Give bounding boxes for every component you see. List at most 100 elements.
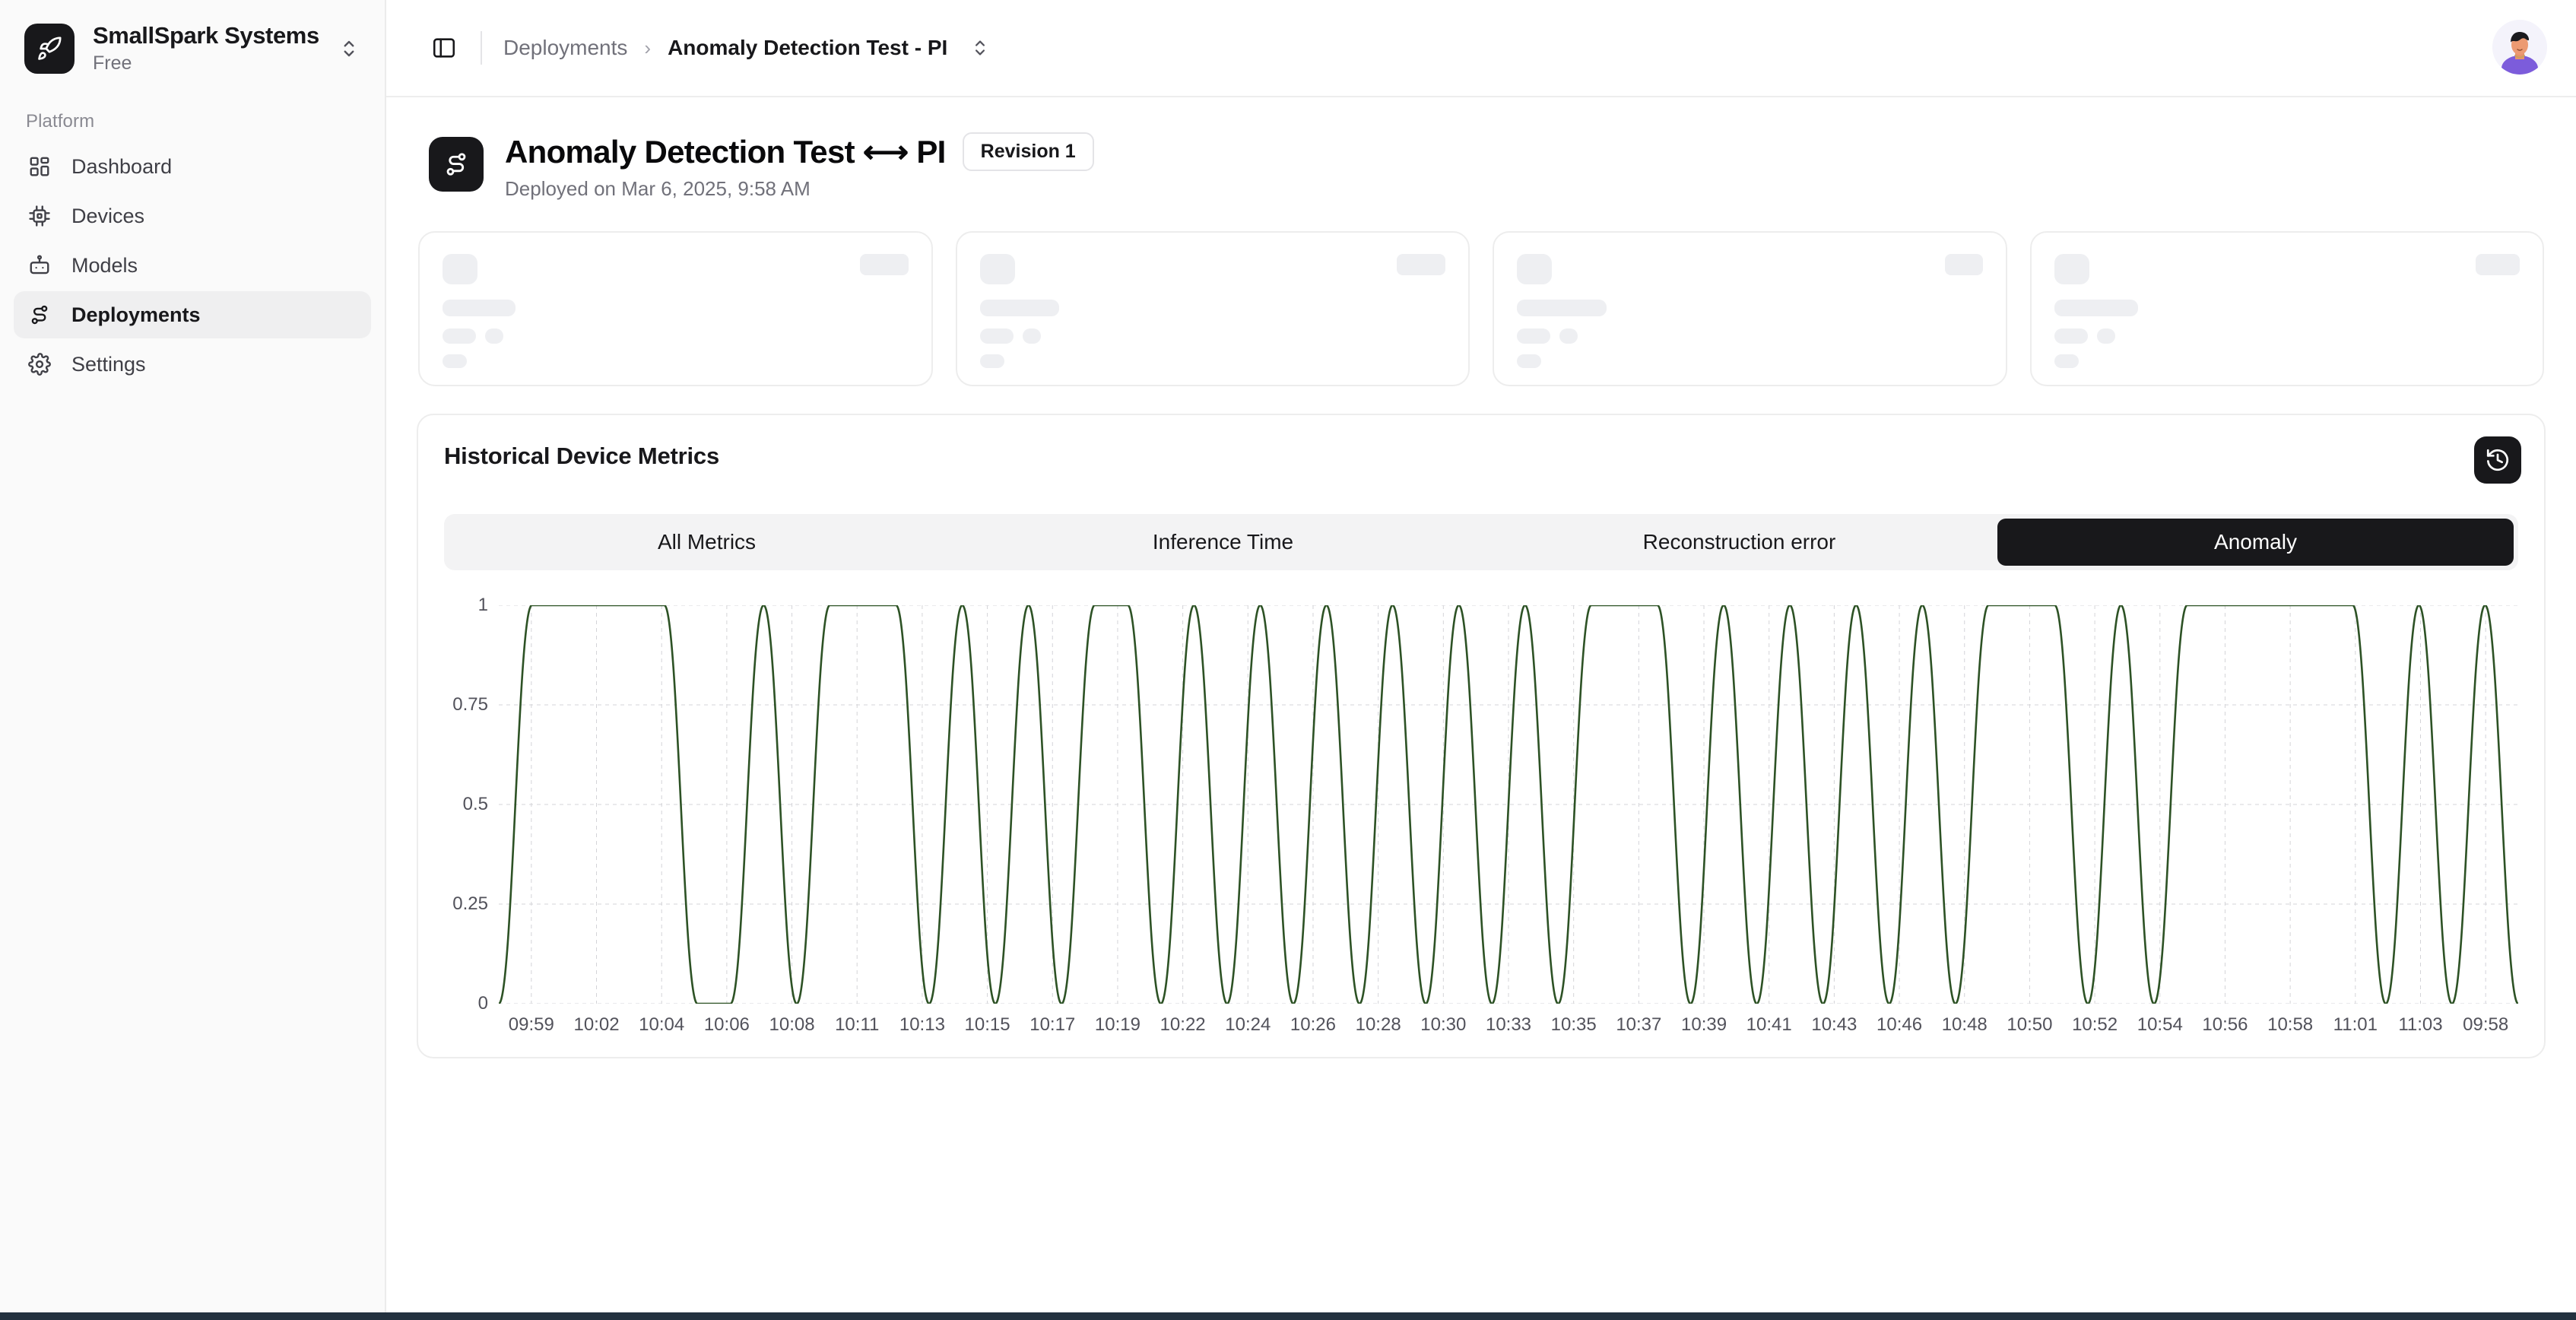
x-axis-tick: 09:58 [2463,1014,2509,1035]
topbar-divider [481,31,482,65]
robot-icon [27,253,52,278]
x-axis-tick: 10:28 [1355,1014,1401,1035]
x-axis-tick: 10:39 [1681,1014,1727,1035]
sidebar-item-models[interactable]: Models [14,242,371,289]
sidebar-item-deployments[interactable]: Deployments [14,291,371,338]
x-axis-tick: 10:52 [2072,1014,2118,1035]
x-axis-tick: 10:50 [2007,1014,2053,1035]
tab-anomaly[interactable]: Anomaly [1997,519,2514,566]
metric-tabs: All Metrics Inference Time Reconstructio… [444,514,2518,570]
x-axis-tick: 10:43 [1811,1014,1857,1035]
sidebar-item-devices[interactable]: Devices [14,192,371,240]
chevron-up-down-icon[interactable] [969,36,991,59]
y-axis-tick: 1 [477,595,488,615]
skeleton-card-3 [1493,231,2007,386]
history-clock-icon[interactable] [2474,436,2521,484]
tab-reconstruction-error[interactable]: Reconstruction error [1481,519,1997,566]
x-axis-tick: 10:30 [1420,1014,1467,1035]
x-axis-tick: 10:22 [1160,1014,1206,1035]
tab-all-metrics[interactable]: All Metrics [449,519,965,566]
chevron-up-down-icon[interactable] [336,36,362,62]
x-axis-tick: 10:08 [769,1014,815,1035]
skeleton-block [979,254,1015,284]
x-axis-tick: 11:03 [2398,1014,2443,1035]
x-axis-tick: 10:17 [1029,1014,1076,1035]
anomaly-series-line [499,605,2518,1004]
skeleton-block [1517,354,1541,368]
skeleton-block [443,254,477,284]
skeleton-row [443,328,909,344]
breadcrumb: Deployments › Anomaly Detection Test - P… [503,36,991,60]
page-header-text: Anomaly Detection Test ⟷ PI Revision 1 D… [505,132,1094,201]
sidebar-panel-icon[interactable] [424,28,464,68]
skeleton-row [2054,254,2520,284]
panel-title: Historical Device Metrics [444,443,720,469]
sidebar-item-dashboard[interactable]: Dashboard [14,143,371,190]
x-axis-tick: 10:35 [1550,1014,1597,1035]
skeleton-row [2054,328,2520,344]
x-axis-tick: 10:37 [1616,1014,1662,1035]
deployed-timestamp: Deployed on Mar 6, 2025, 9:58 AM [505,177,811,200]
org-switcher[interactable]: SmallSpark Systems Free [0,0,385,97]
x-axis-tick: 10:58 [2267,1014,2314,1035]
chart-plot-area [499,605,2518,1004]
skeleton-card-4 [2029,231,2544,386]
sidebar-item-label: Deployments [71,303,201,326]
skeleton-block [1517,254,1552,284]
x-axis-tick: 10:15 [964,1014,1010,1035]
org-name: SmallSpark Systems [93,21,319,49]
chart-y-axis: 0 0.25 0.5 0.75 1 [444,595,499,1014]
y-axis-tick: 0.5 [462,794,488,814]
chart-x-axis: 09:59 10:02 10:04 10:06 10:08 10:11 10:13 10:15… [499,1014,2518,1035]
deployment-nodes-icon [429,137,484,192]
skeleton-block [443,354,467,368]
skeleton-block [2054,354,2079,368]
skeleton-card-1 [418,231,933,386]
skeleton-block [1517,328,1550,344]
x-axis-tick: 10:54 [2137,1014,2183,1035]
skeleton-block [979,300,1059,316]
sidebar-item-settings[interactable]: Settings [14,341,371,388]
skeleton-block [979,328,1014,344]
tab-inference-time[interactable]: Inference Time [965,519,1481,566]
sidebar-nav: Dashboard Devices Models Deployments Set… [0,143,385,388]
y-axis-tick: 0.25 [452,893,488,914]
x-axis-tick: 10:41 [1746,1014,1792,1035]
page-content: Anomaly Detection Test ⟷ PI Revision 1 D… [386,97,2576,1320]
breadcrumb-current: Anomaly Detection Test - PI [668,36,948,59]
skeleton-block [443,328,476,344]
skeleton-card-2 [955,231,1470,386]
sidebar-item-label: Devices [71,204,145,227]
breadcrumb-parent[interactable]: Deployments [503,36,627,60]
skeleton-block [1944,254,1983,275]
skeleton-block [485,328,503,344]
sidebar: SmallSpark Systems Free Platform Dashboa… [0,0,386,1320]
x-axis-tick: 10:11 [835,1014,880,1035]
breadcrumb-separator: › [644,36,652,59]
skeleton-row [979,254,1445,284]
page-header: Anomaly Detection Test ⟷ PI Revision 1 D… [417,97,2546,231]
x-axis-tick: 10:13 [899,1014,945,1035]
skeleton-block [2096,328,2115,344]
y-axis-tick: 0.75 [452,694,488,715]
summary-cards [417,231,2546,386]
cpu-chip-icon [27,204,52,228]
sidebar-item-label: Dashboard [71,154,173,178]
sidebar-section-label: Platform [26,111,95,132]
skeleton-block [1559,328,1578,344]
x-axis-tick: 10:02 [573,1014,620,1035]
anomaly-chart: 0 0.25 0.5 0.75 1 09:59 10:02 10:04 10:06 10:08 1… [444,595,2518,1035]
page-title-row: Anomaly Detection Test ⟷ PI Revision 1 [505,132,1094,171]
chart-svg [499,605,2518,1004]
skeleton-block [2054,328,2088,344]
skeleton-row [443,254,909,284]
historical-device-metrics-panel: Historical Device Metrics All Metrics In… [417,414,2546,1058]
x-axis-tick: 10:48 [1941,1014,1988,1035]
skeleton-block [2054,254,2089,284]
org-plan: Free [93,52,132,74]
x-axis-tick: 10:33 [1485,1014,1532,1035]
layout-dashboard-icon [27,154,52,179]
user-avatar[interactable] [2492,20,2547,75]
x-axis-tick: 10:04 [639,1014,685,1035]
skeleton-block [859,254,909,275]
